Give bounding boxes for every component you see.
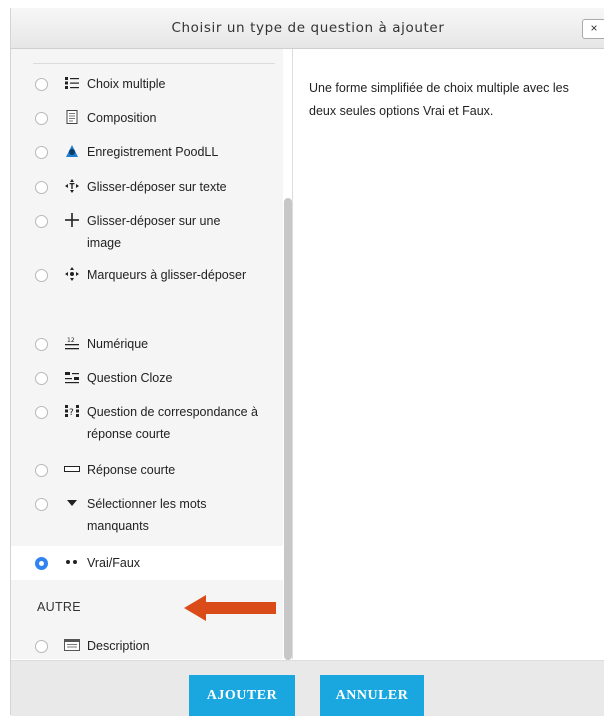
question-type-description: Une forme simplifiée de choix multiple a… [309, 81, 569, 118]
radio-button[interactable] [35, 181, 48, 194]
close-button[interactable]: × [582, 19, 604, 39]
drag-drop-image-icon [64, 213, 80, 227]
radio-button-selected[interactable] [35, 557, 48, 570]
option-numerique[interactable]: 12 Numérique [11, 333, 283, 355]
radio-button[interactable] [35, 498, 48, 511]
option-label: Description [87, 639, 150, 653]
short-answer-icon [64, 462, 80, 476]
list-divider [33, 63, 275, 64]
radio-button[interactable] [35, 464, 48, 477]
add-button[interactable]: AJOUTER [189, 675, 295, 716]
option-choix-multiple[interactable]: Choix multiple [11, 73, 283, 95]
dialog-title: Choisir un type de question à ajouter [171, 20, 445, 36]
description-panel: Une forme simplifiée de choix multiple a… [293, 49, 604, 659]
option-label: Enregistrement PoodLL [87, 145, 219, 159]
option-label: Composition [87, 111, 157, 125]
radio-button[interactable] [35, 640, 48, 653]
option-label: Glisser-déposer sur texte [87, 180, 227, 194]
svg-text:?: ? [69, 408, 74, 418]
option-label: Question de correspondance à réponse cou… [87, 405, 258, 441]
question-type-list[interactable]: Choix multiple Composition Enregistremen… [11, 49, 283, 659]
option-marqueurs[interactable]: Marqueurs à glisser-déposer [11, 264, 283, 286]
drag-drop-markers-icon [64, 267, 80, 281]
option-label: Glisser-déposer sur une image [87, 214, 221, 250]
option-description[interactable]: Description [11, 635, 283, 657]
section-heading-autre: AUTRE [37, 600, 81, 614]
option-composition[interactable]: Composition [11, 107, 283, 129]
option-reponse-courte[interactable]: Réponse courte [11, 459, 283, 481]
option-glisser-deposer-texte[interactable]: Glisser-déposer sur texte [11, 176, 283, 198]
multichoice-icon [64, 76, 80, 90]
true-false-icon [64, 555, 80, 569]
list-scrollbar[interactable] [284, 198, 292, 660]
numerical-icon: 12 [64, 336, 80, 350]
random-short-answer-match-icon: ? [64, 404, 80, 418]
radio-button[interactable] [35, 338, 48, 351]
option-label: Question Cloze [87, 371, 173, 385]
radio-button[interactable] [35, 146, 48, 159]
option-label: Numérique [87, 337, 149, 351]
radio-button[interactable] [35, 112, 48, 125]
drag-drop-text-icon [64, 179, 80, 193]
option-label: Choix multiple [87, 77, 166, 91]
annotation-arrow-icon [184, 595, 276, 621]
radio-button[interactable] [35, 406, 48, 419]
option-selectionner-mots[interactable]: Sélectionner les mots manquants [11, 493, 283, 537]
option-label: Réponse courte [87, 463, 176, 477]
description-icon [64, 638, 80, 652]
poodll-icon [64, 144, 80, 158]
dialog-titlebar: Choisir un type de question à ajouter × [11, 8, 604, 49]
option-label: Vrai/Faux [87, 556, 141, 570]
dialog-footer: AJOUTER ANNULER [11, 660, 604, 716]
question-type-dialog: Choisir un type de question à ajouter × … [10, 8, 604, 716]
essay-icon [64, 110, 80, 124]
option-vrai-faux[interactable]: Vrai/Faux [11, 546, 283, 580]
radio-button[interactable] [35, 269, 48, 282]
svg-text:12: 12 [67, 337, 75, 344]
select-missing-words-icon [64, 496, 80, 510]
option-label: Marqueurs à glisser-déposer [87, 268, 247, 282]
option-correspondance[interactable]: ? Question de correspondance à réponse co… [11, 401, 283, 445]
option-label: Sélectionner les mots manquants [87, 497, 207, 533]
option-glisser-deposer-image[interactable]: Glisser-déposer sur une image [11, 210, 283, 254]
radio-button[interactable] [35, 372, 48, 385]
cloze-icon [64, 370, 80, 384]
cancel-button[interactable]: ANNULER [320, 675, 424, 716]
option-enregistrement-poodll[interactable]: Enregistrement PoodLL [11, 141, 283, 163]
radio-button[interactable] [35, 215, 48, 228]
radio-button[interactable] [35, 78, 48, 91]
option-cloze[interactable]: Question Cloze [11, 367, 283, 389]
